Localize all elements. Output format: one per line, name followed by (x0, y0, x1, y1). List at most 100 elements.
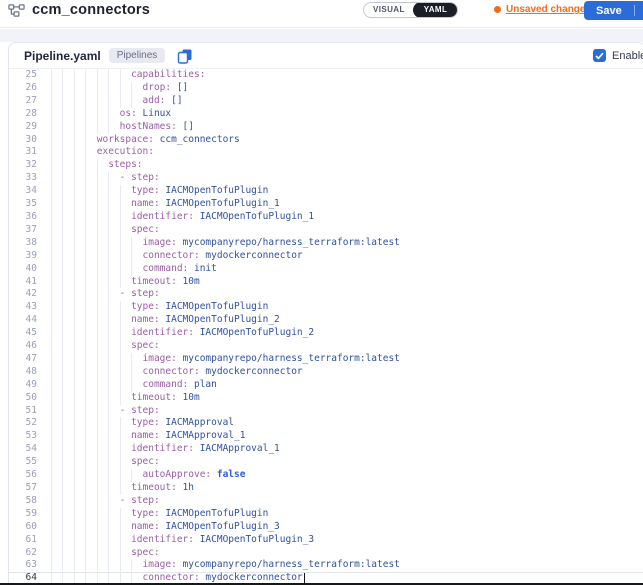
code-line[interactable]: 55spec: (9, 456, 643, 469)
indent-guide (85, 134, 96, 147)
indent-guide (120, 417, 131, 430)
indent-guide (108, 547, 119, 560)
indent-guide (62, 327, 73, 340)
indent-guide (74, 547, 85, 560)
code-line[interactable]: 30workspace: ccm_connectors (9, 134, 643, 147)
yaml-code-editor[interactable]: 25capabilities:26drop: []27add: []28os: … (9, 69, 643, 585)
line-number: 63 (9, 559, 37, 572)
code-line[interactable]: 52type: IACMApproval (9, 417, 643, 430)
indent-guide (62, 301, 73, 314)
code-line[interactable]: 27add: [] (9, 95, 643, 108)
toggle-yaml-button[interactable]: YAML (413, 2, 459, 18)
indent-guide (85, 456, 96, 469)
indent-guide (97, 534, 108, 547)
enable-checkbox[interactable] (593, 49, 606, 62)
indent-guide (85, 314, 96, 327)
indent-guide (51, 250, 62, 263)
code-line[interactable]: 36identifier: IACMOpenTofuPlugin_1 (9, 211, 643, 224)
code-line[interactable]: 31execution: (9, 146, 643, 159)
indent-guide (108, 121, 119, 134)
code-line[interactable]: 26drop: [] (9, 82, 643, 95)
indent-guide (51, 288, 62, 301)
indent-guide (108, 469, 119, 482)
code-line[interactable]: 51- step: (9, 405, 643, 418)
unsaved-changes-link[interactable]: Unsaved changes (494, 4, 591, 15)
line-number: 48 (9, 366, 37, 379)
indent-guide (62, 250, 73, 263)
code-line[interactable]: 58- step: (9, 495, 643, 508)
line-number: 29 (9, 121, 37, 134)
indent-guide (131, 250, 142, 263)
code-line[interactable]: 50timeout: 10m (9, 392, 643, 405)
check-icon (595, 52, 604, 60)
code-line[interactable]: 37spec: (9, 224, 643, 237)
indent-guide (74, 95, 85, 108)
code-line[interactable]: 47image: mycompanyrepo/harness_terraform… (9, 353, 643, 366)
code-line[interactable]: 63image: mycompanyrepo/harness_terraform… (9, 559, 643, 572)
indent-guide (62, 417, 73, 430)
indent-guide (108, 405, 119, 418)
code-line[interactable]: 49command: plan (9, 379, 643, 392)
indent-guide (97, 353, 108, 366)
indent-guide (74, 146, 85, 159)
code-line[interactable]: 33- step: (9, 172, 643, 185)
code-line[interactable]: 25capabilities: (9, 69, 643, 82)
code-line[interactable]: 40command: init (9, 263, 643, 276)
code-line[interactable]: 41timeout: 10m (9, 276, 643, 289)
indent-guide (51, 134, 62, 147)
code-line[interactable]: 46spec: (9, 340, 643, 353)
indent-guide (97, 559, 108, 572)
indent-guide (108, 456, 119, 469)
indent-guide (74, 508, 85, 521)
code-line[interactable]: 32steps: (9, 159, 643, 172)
code-line[interactable]: 35name: IACMOpenTofuPlugin_1 (9, 198, 643, 211)
indent-guide (51, 327, 62, 340)
indent-guide (51, 521, 62, 534)
indent-guide (97, 405, 108, 418)
code-line[interactable]: 38image: mycompanyrepo/harness_terraform… (9, 237, 643, 250)
copy-yaml-button[interactable] (177, 48, 193, 64)
indent-guide (74, 263, 85, 276)
code-line[interactable]: 28os: Linux (9, 108, 643, 121)
toggle-visual-button[interactable]: VISUAL (364, 3, 414, 17)
line-number: 37 (9, 224, 37, 237)
save-options-chevron-down-icon[interactable]: ⌄ (635, 1, 643, 20)
code-line[interactable]: 53name: IACMApproval_1 (9, 430, 643, 443)
indent-guide (74, 417, 85, 430)
indent-guide (97, 95, 108, 108)
indent-guide (62, 559, 73, 572)
code-line[interactable]: 54identifier: IACMApproval_1 (9, 443, 643, 456)
indent-guide (120, 82, 131, 95)
indent-guide (62, 172, 73, 185)
code-line[interactable]: 56autoApprove: false (9, 469, 643, 482)
line-number: 61 (9, 534, 37, 547)
code-line[interactable]: 45identifier: IACMOpenTofuPlugin_2 (9, 327, 643, 340)
code-line[interactable]: 62spec: (9, 547, 643, 560)
indent-guide (62, 508, 73, 521)
editor-tab-bar: Pipeline.yaml Pipelines Enable read/ (9, 43, 643, 69)
indent-guide (108, 276, 119, 289)
indent-guide (108, 198, 119, 211)
code-line[interactable]: 44name: IACMOpenTofuPlugin_2 (9, 314, 643, 327)
indent-guide (85, 198, 96, 211)
indent-guide (74, 405, 85, 418)
code-line[interactable]: 59type: IACMOpenTofuPlugin (9, 508, 643, 521)
indent-guide (97, 392, 108, 405)
indent-guide (108, 172, 119, 185)
code-line[interactable]: 48connector: mydockerconnector (9, 366, 643, 379)
indent-guide (108, 366, 119, 379)
code-line[interactable]: 34type: IACMOpenTofuPlugin (9, 185, 643, 198)
code-line[interactable]: 29hostNames: [] (9, 121, 643, 134)
indent-guide (74, 495, 85, 508)
indent-guide (120, 559, 131, 572)
code-line[interactable]: 57timeout: 1h (9, 482, 643, 495)
code-line[interactable]: 42- step: (9, 288, 643, 301)
save-button[interactable]: Save (584, 1, 634, 20)
code-line[interactable]: 43type: IACMOpenTofuPlugin (9, 301, 643, 314)
indent-guide (51, 172, 62, 185)
indent-guide (62, 379, 73, 392)
code-line[interactable]: 60name: IACMOpenTofuPlugin_3 (9, 521, 643, 534)
indent-guide (97, 121, 108, 134)
code-line[interactable]: 39connector: mydockerconnector (9, 250, 643, 263)
code-line[interactable]: 61identifier: IACMOpenTofuPlugin_3 (9, 534, 643, 547)
